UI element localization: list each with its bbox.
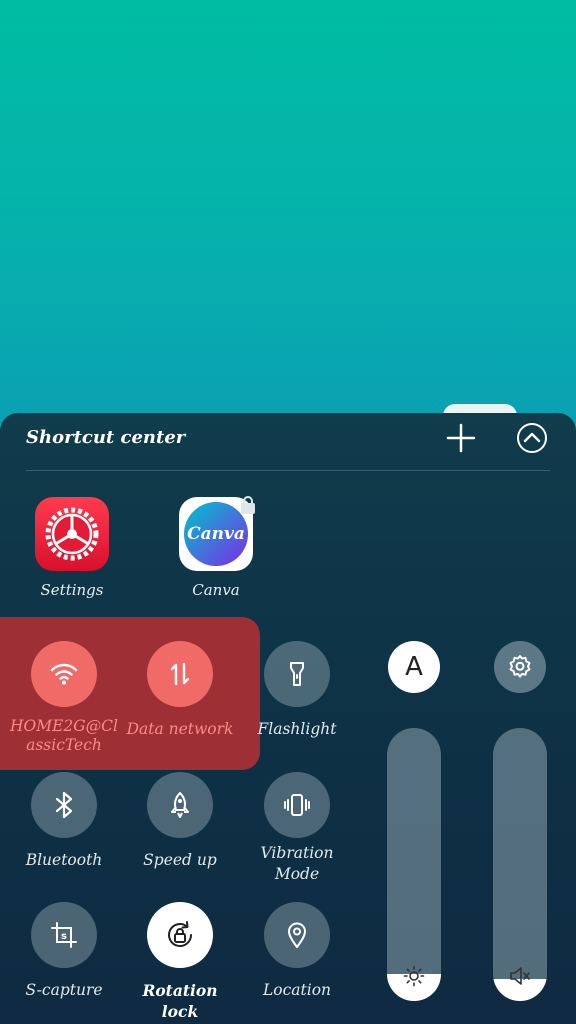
toggle-s-capture[interactable]: s S-capture: [6, 902, 122, 1001]
plus-icon: [446, 423, 476, 453]
toggle-label: S-capture: [25, 981, 103, 999]
rocket-icon: [171, 792, 189, 818]
toggle-label: Speed up: [143, 851, 217, 869]
toggle-label: Vibration Mode: [260, 844, 334, 883]
auto-brightness-label: A: [405, 652, 423, 682]
app-label: Canva: [192, 581, 240, 599]
app-canva[interactable]: Canva Canva: [161, 496, 271, 599]
rotation-lock-icon: [168, 921, 192, 947]
toggle-bluetooth[interactable]: Bluetooth: [6, 772, 122, 871]
data-network-icon: [170, 662, 190, 686]
app-settings[interactable]: Settings: [17, 497, 127, 599]
volume-slider[interactable]: [493, 728, 547, 1001]
vibration-icon: [284, 794, 310, 816]
s-capture-icon: s: [51, 922, 77, 948]
canva-logo-text: Canva: [187, 524, 245, 544]
sound-settings-button[interactable]: [494, 641, 546, 693]
flashlight-icon: [290, 662, 304, 686]
bluetooth-icon: [55, 791, 73, 819]
toggle-wifi[interactable]: HOME2G@Cl assicTech: [6, 641, 122, 755]
collapse-button[interactable]: [515, 421, 549, 455]
shortcut-center-panel: Shortcut center Settings Canva Canva HOM…: [0, 413, 576, 1024]
speaker-icon: [510, 967, 530, 985]
toggle-rotation-lock[interactable]: Rotation lock: [122, 902, 238, 1022]
chevron-up-circle-icon: [517, 423, 547, 453]
toggle-label: Location: [262, 981, 332, 999]
toggle-flashlight[interactable]: Flashlight: [239, 641, 355, 740]
toggle-label: HOME2G@Cl assicTech: [10, 717, 118, 754]
toggle-label: Rotation lock: [142, 981, 218, 1021]
gear-icon: [509, 655, 531, 678]
sun-icon: [403, 965, 425, 987]
location-icon: [288, 922, 306, 948]
toggle-data-network[interactable]: Data network: [122, 641, 238, 740]
settings-app-icon: [35, 497, 109, 571]
canva-app-icon: Canva: [179, 496, 255, 571]
auto-brightness-button[interactable]: A: [388, 641, 440, 693]
add-shortcut-button[interactable]: [444, 421, 478, 455]
toggle-location[interactable]: Location: [239, 902, 355, 1001]
toggle-label: Flashlight: [257, 720, 337, 738]
toggle-label: Data network: [126, 720, 234, 738]
app-label: Settings: [40, 581, 104, 599]
toggle-label: Bluetooth: [25, 851, 103, 869]
toggle-speed-up[interactable]: Speed up: [122, 772, 238, 871]
lock-badge-icon: [241, 496, 255, 514]
wifi-icon: [50, 663, 78, 685]
brightness-slider[interactable]: [387, 728, 441, 1001]
divider: [26, 470, 550, 471]
panel-title: Shortcut center: [26, 427, 186, 448]
toggle-vibration-mode[interactable]: Vibration Mode: [239, 772, 355, 885]
svg-text:s: s: [61, 931, 67, 942]
